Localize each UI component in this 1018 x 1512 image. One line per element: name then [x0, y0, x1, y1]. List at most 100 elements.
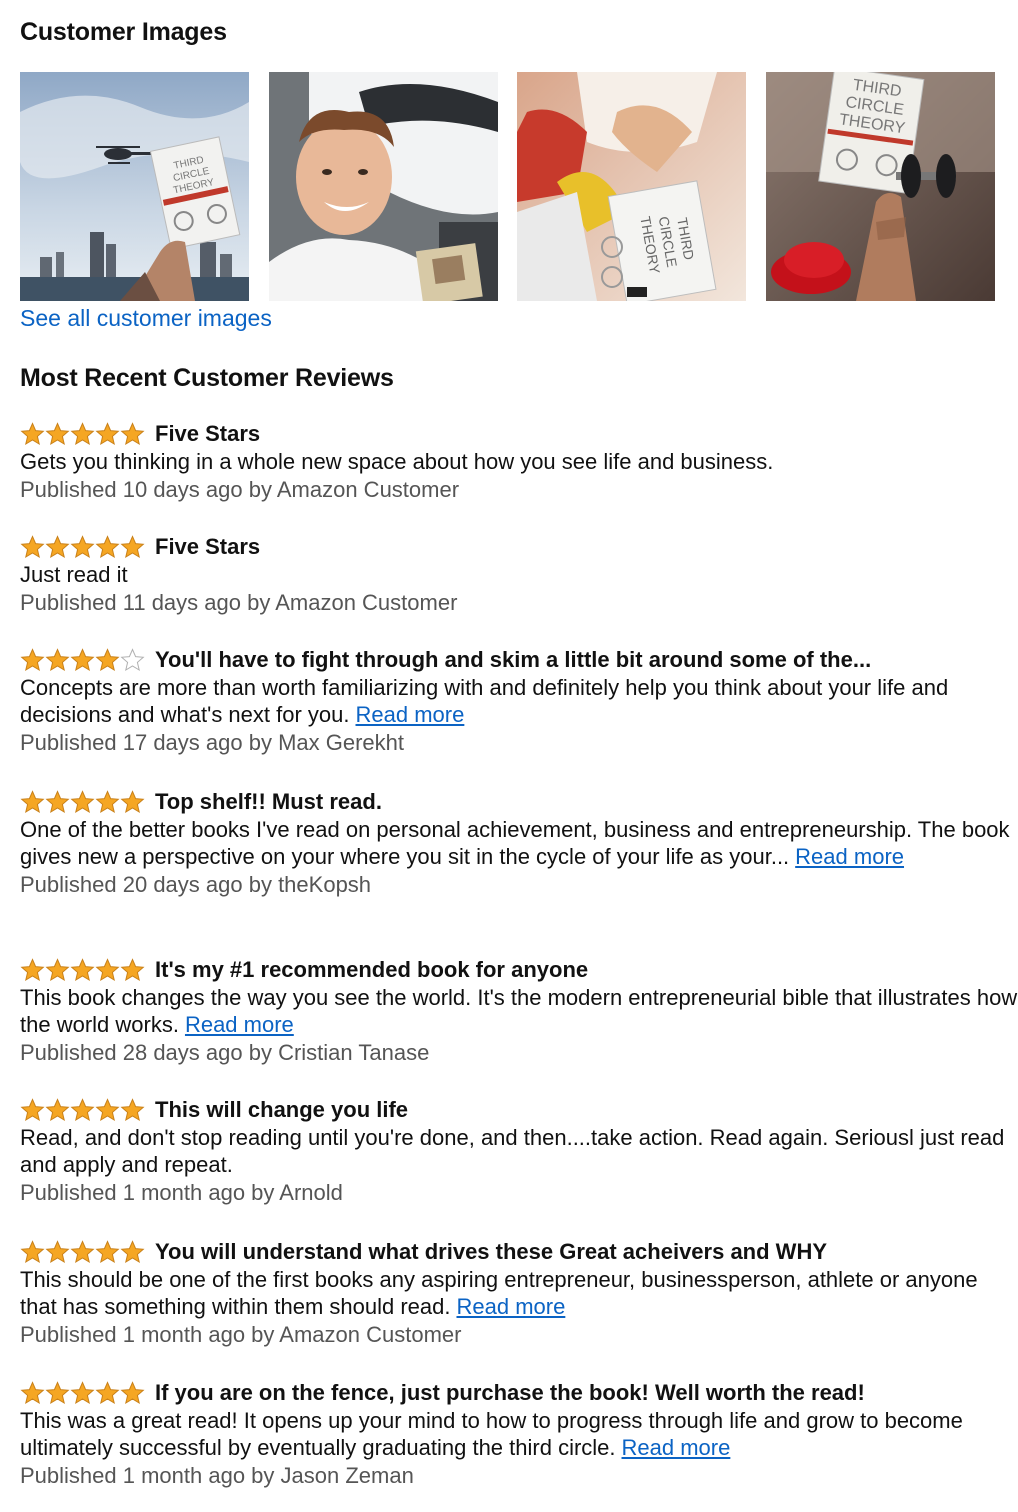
star-filled-icon	[20, 1381, 45, 1405]
read-more-link[interactable]: Read more	[456, 1294, 565, 1319]
star-filled-icon	[95, 790, 120, 814]
recent-reviews-heading: Most Recent Customer Reviews	[20, 364, 394, 392]
review-item: Five Stars Gets you thinking in a whole n…	[20, 420, 1018, 505]
star-filled-icon	[95, 535, 120, 559]
customer-image-2[interactable]	[269, 72, 498, 301]
review-title[interactable]: If you are on the fence, just purchase t…	[155, 1380, 865, 1406]
review-body: One of the better books I've read on per…	[20, 816, 1018, 870]
star-filled-icon	[45, 790, 70, 814]
review-body-text: This was a great read! It opens up your …	[20, 1408, 963, 1460]
read-more-link[interactable]: Read more	[795, 844, 904, 869]
review-header: You'll have to fight through and skim a …	[20, 646, 1018, 674]
star-filled-icon	[20, 958, 45, 982]
star-filled-icon	[70, 1240, 95, 1264]
star-rating[interactable]	[20, 958, 145, 982]
customer-images-strip: THIRD CIRCLE THEORY THIRD CIRCLE THEORY …	[20, 72, 1000, 301]
review-item: This will change you life Read, and don't…	[20, 1096, 1018, 1208]
review-title[interactable]: It's my #1 recommended book for anyone	[155, 957, 588, 983]
review-body-text: This book changes the way you see the wo…	[20, 985, 1018, 1037]
review-title[interactable]: This will change you life	[155, 1097, 408, 1123]
review-body: This should be one of the first books an…	[20, 1266, 1018, 1320]
review-body-text: Gets you thinking in a whole new space a…	[20, 449, 774, 474]
review-header: Five Stars	[20, 420, 1018, 448]
star-filled-icon	[45, 535, 70, 559]
star-filled-icon	[45, 1098, 70, 1122]
review-item: It's my #1 recommended book for anyone Th…	[20, 956, 1018, 1068]
review-item: Top shelf!! Must read. One of the better …	[20, 788, 1018, 900]
review-body-text: Read, and don't stop reading until you'r…	[20, 1125, 1005, 1177]
star-rating[interactable]	[20, 535, 145, 559]
star-filled-icon	[70, 535, 95, 559]
review-body: Gets you thinking in a whole new space a…	[20, 448, 1018, 475]
star-filled-icon	[70, 1098, 95, 1122]
customer-image-3[interactable]: THIRD CIRCLE THEORY	[517, 72, 746, 301]
star-filled-icon	[20, 1098, 45, 1122]
review-published-meta: Published 1 month ago by Arnold	[20, 1180, 343, 1205]
star-filled-icon	[45, 958, 70, 982]
star-rating[interactable]	[20, 790, 145, 814]
star-rating[interactable]	[20, 1240, 145, 1264]
star-filled-icon	[95, 648, 120, 672]
review-item: You'll have to fight through and skim a …	[20, 646, 1018, 758]
star-filled-icon	[20, 648, 45, 672]
star-filled-icon	[120, 1098, 145, 1122]
star-filled-icon	[20, 790, 45, 814]
review-title[interactable]: Top shelf!! Must read.	[155, 789, 382, 815]
review-body: This was a great read! It opens up your …	[20, 1407, 1018, 1461]
star-filled-icon	[70, 958, 95, 982]
review-title[interactable]: Five Stars	[155, 421, 260, 447]
review-published-meta: Published 10 days ago by Amazon Customer	[20, 477, 460, 502]
review-body: Concepts are more than worth familiarizi…	[20, 674, 1018, 728]
review-published-meta: Published 17 days ago by Max Gerekht	[20, 730, 405, 755]
star-filled-icon	[70, 648, 95, 672]
star-rating[interactable]	[20, 422, 145, 446]
read-more-link[interactable]: Read more	[185, 1012, 294, 1037]
review-item: You will understand what drives these Gr…	[20, 1238, 1018, 1350]
star-filled-icon	[20, 422, 45, 446]
review-published-meta: Published 11 days ago by Amazon Customer	[20, 590, 458, 615]
star-filled-icon	[120, 790, 145, 814]
star-filled-icon	[45, 1240, 70, 1264]
customer-image-1[interactable]: THIRD CIRCLE THEORY	[20, 72, 249, 301]
star-filled-icon	[20, 535, 45, 559]
star-filled-icon	[45, 1381, 70, 1405]
review-header: Five Stars	[20, 533, 1018, 561]
customer-image-4[interactable]: THIRD CIRCLE THEORY	[766, 72, 995, 301]
star-filled-icon	[45, 648, 70, 672]
read-more-link[interactable]: Read more	[622, 1435, 731, 1460]
review-item: If you are on the fence, just purchase t…	[20, 1379, 1018, 1491]
review-body: Read, and don't stop reading until you'r…	[20, 1124, 1018, 1178]
review-published-meta: Published 20 days ago by theKopsh	[20, 872, 372, 897]
star-filled-icon	[95, 958, 120, 982]
review-title[interactable]: You'll have to fight through and skim a …	[155, 647, 871, 673]
star-filled-icon	[70, 1381, 95, 1405]
star-filled-icon	[120, 422, 145, 446]
star-filled-icon	[70, 790, 95, 814]
star-empty-icon	[120, 648, 145, 672]
star-filled-icon	[95, 1098, 120, 1122]
customer-images-heading: Customer Images	[20, 18, 227, 46]
review-header: If you are on the fence, just purchase t…	[20, 1379, 1018, 1407]
review-header: You will understand what drives these Gr…	[20, 1238, 1018, 1266]
star-filled-icon	[120, 1240, 145, 1264]
star-filled-icon	[20, 1240, 45, 1264]
review-published-meta: Published 1 month ago by Amazon Customer	[20, 1322, 462, 1347]
read-more-link[interactable]: Read more	[356, 702, 465, 727]
review-header: It's my #1 recommended book for anyone	[20, 956, 1018, 984]
review-body: This book changes the way you see the wo…	[20, 984, 1018, 1038]
see-all-customer-images-link[interactable]: See all customer images	[20, 305, 272, 332]
review-title[interactable]: Five Stars	[155, 534, 260, 560]
star-filled-icon	[120, 1381, 145, 1405]
review-header: Top shelf!! Must read.	[20, 788, 1018, 816]
star-filled-icon	[120, 958, 145, 982]
star-rating[interactable]	[20, 1098, 145, 1122]
review-title[interactable]: You will understand what drives these Gr…	[155, 1239, 827, 1265]
review-published-meta: Published 1 month ago by Jason Zeman	[20, 1463, 414, 1488]
review-published-meta: Published 28 days ago by Cristian Tanase	[20, 1040, 430, 1065]
review-body-text: Just read it	[20, 562, 128, 587]
star-filled-icon	[45, 422, 70, 446]
review-body: Just read it	[20, 561, 1018, 588]
star-filled-icon	[95, 422, 120, 446]
star-rating[interactable]	[20, 1381, 145, 1405]
star-rating[interactable]	[20, 648, 145, 672]
